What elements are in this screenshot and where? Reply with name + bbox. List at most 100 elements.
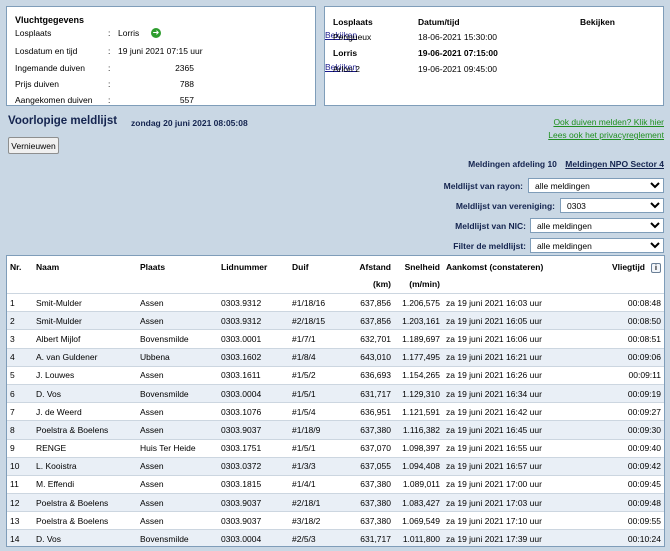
cell-afstand: 631,717 <box>343 529 394 546</box>
cell-duif: #2/18/1 <box>289 493 343 512</box>
table-row: 14 D. Vos Bovensmilde 0303.0004 #2/5/3 631,71… <box>7 529 664 546</box>
flight-info-row: Losdatum en tijd:19 juni 2021 07:15 uur <box>15 46 315 59</box>
table-row: 7 J. de Weerd Assen 0303.1076 #1/5/4 636,951 1… <box>7 402 664 421</box>
report-pigeons-link[interactable]: Ook duiven melden? Klik hier <box>553 117 664 127</box>
flight-info-value: 557 <box>179 95 194 105</box>
cell-nr: 14 <box>7 529 33 546</box>
flight-info-row: Aangekomen duiven: 557 <box>15 95 315 108</box>
cell-aankomst: za 19 juni 2021 16:42 uur <box>443 402 574 421</box>
filter-rayon: Meldlijst van rayon: alle meldingen <box>264 178 664 194</box>
filter-nic-select[interactable]: alle meldingen <box>530 218 664 233</box>
cell-snelheid: 1.011,800 <box>394 529 443 546</box>
cell-afstand: 636,951 <box>343 402 394 421</box>
cell-vliegtijd: 00:09:11 <box>574 365 664 385</box>
flight-info-separator: : <box>108 28 111 38</box>
info-icon[interactable]: i <box>651 263 661 273</box>
cell-naam: D. Vos <box>33 383 137 403</box>
flight-info-row: Prijs duiven: 788 <box>15 79 315 92</box>
cell-lidnummer: 0303.9037 <box>218 511 289 530</box>
table-row: 9 RENGE Huis Ter Heide 0303.1751 #1/5/1 637,0… <box>7 438 664 458</box>
cell-snelheid: 1.089,011 <box>394 474 443 494</box>
filter-nic: Meldlijst van NIC: alle meldingen <box>264 218 664 234</box>
cell-nr: 1 <box>7 292 33 312</box>
cell-aankomst: za 19 juni 2021 16:06 uur <box>443 329 574 349</box>
cell-aankomst: za 19 juni 2021 16:26 uur <box>443 365 574 385</box>
cell-plaats: Huis Ter Heide <box>137 438 218 458</box>
cell-plaats: Assen <box>137 456 218 476</box>
release-row: Lorris 19-06-2021 07:15:00 <box>325 46 663 61</box>
filter-meldlijst-select[interactable]: alle meldingen <box>530 238 664 253</box>
arrow-right-icon[interactable]: ➜ <box>151 28 161 38</box>
cell-plaats: Bovensmilde <box>137 383 218 403</box>
cell-vliegtijd: 00:09:45 <box>574 474 664 494</box>
flight-info-label: Prijs duiven <box>15 79 59 89</box>
col-snelheid: Snelheid (m/min) <box>404 262 440 289</box>
flight-info-separator: : <box>108 95 111 105</box>
cell-duif: #1/5/1 <box>289 383 343 403</box>
filter-meldlijst: Filter de meldlijst: alle meldingen <box>264 238 664 254</box>
filter-rayon-select[interactable]: alle meldingen <box>528 178 664 193</box>
cell-duif: #1/18/9 <box>289 420 343 439</box>
cell-duif: #1/5/4 <box>289 402 343 421</box>
flight-info-label: Losplaats <box>15 28 52 38</box>
cell-afstand: 637,380 <box>343 420 394 439</box>
cell-plaats: Assen <box>137 420 218 439</box>
release-header-view: Bekijken <box>580 17 615 27</box>
filter-vereniging-select[interactable]: 0303 <box>560 198 664 213</box>
flight-info-value: 2365 <box>175 63 194 73</box>
table-row: 6 D. Vos Bovensmilde 0303.0004 #1/5/1 631,717… <box>7 383 664 403</box>
cell-plaats: Assen <box>137 292 218 312</box>
cell-aankomst: za 19 juni 2021 17:39 uur <box>443 529 574 546</box>
col-nr: Nr. <box>10 262 22 272</box>
cell-plaats: Assen <box>137 402 218 421</box>
cell-lidnummer: 0303.0004 <box>218 529 289 546</box>
cell-lidnummer: 0303.1611 <box>218 365 289 385</box>
cell-naam: Smit-Mulder <box>33 292 137 312</box>
cell-vliegtijd: 00:08:51 <box>574 329 664 349</box>
filter-nic-label: Meldlijst van NIC: <box>455 221 526 231</box>
cell-afstand: 636,693 <box>343 365 394 385</box>
cell-aankomst: za 19 juni 2021 17:00 uur <box>443 474 574 494</box>
cell-afstand: 637,055 <box>343 456 394 476</box>
flight-info-title: Vluchtgegevens <box>15 15 85 25</box>
release-header-datetime: Datum/tijd <box>418 17 460 27</box>
cell-nr: 2 <box>7 311 33 330</box>
cell-nr: 9 <box>7 438 33 458</box>
table-row: 11 M. Effendi Assen 0303.1815 #1/4/1 637,380 1… <box>7 474 664 494</box>
cell-nr: 13 <box>7 511 33 530</box>
meldingen-sector-link[interactable]: Meldingen NPO Sector 4 <box>565 159 664 169</box>
col-aankomst: Aankomst (constateren) <box>446 262 544 272</box>
cell-snelheid: 1.121,591 <box>394 402 443 421</box>
cell-aankomst: za 19 juni 2021 16:05 uur <box>443 311 574 330</box>
cell-nr: 11 <box>7 474 33 494</box>
cell-plaats: Bovensmilde <box>137 529 218 546</box>
cell-naam: Albert Mijlof <box>33 329 137 349</box>
cell-snelheid: 1.129,310 <box>394 383 443 403</box>
release-datetime: 18-06-2021 15:30:00 <box>418 32 497 42</box>
cell-afstand: 637,380 <box>343 474 394 494</box>
cell-nr: 12 <box>7 493 33 512</box>
meldingen-afdeling-label: Meldingen afdeling 10 <box>468 159 557 169</box>
cell-snelheid: 1.206,575 <box>394 292 443 312</box>
cell-duif: #1/7/1 <box>289 329 343 349</box>
refresh-button[interactable]: Vernieuwen <box>8 137 59 154</box>
cell-naam: Smit-Mulder <box>33 311 137 330</box>
cell-lidnummer: 0303.9037 <box>218 493 289 512</box>
cell-duif: #1/8/4 <box>289 347 343 367</box>
col-plaats: Plaats <box>140 262 166 272</box>
cell-duif: #1/5/2 <box>289 365 343 385</box>
cell-snelheid: 1.177,495 <box>394 347 443 367</box>
filter-meldlijst-label: Filter de meldlijst: <box>453 241 526 251</box>
cell-vliegtijd: 00:09:42 <box>574 456 664 476</box>
flight-info-separator: : <box>108 63 111 73</box>
table-header-row: Nr. Naam Plaats Lidnummer Duif Afstand (k… <box>7 256 664 294</box>
cell-lidnummer: 0303.9312 <box>218 292 289 312</box>
cell-lidnummer: 0303.9312 <box>218 311 289 330</box>
cell-naam: D. Vos <box>33 529 137 546</box>
cell-nr: 7 <box>7 402 33 421</box>
flight-info-separator: : <box>108 46 111 56</box>
cell-naam: A. van Guldener <box>33 347 137 367</box>
privacy-link[interactable]: Lees ook het privacyreglement <box>548 130 664 140</box>
table-row: 4 A. van Guldener Ubbena 0303.1602 #1/8/4 643… <box>7 347 664 367</box>
cell-aankomst: za 19 juni 2021 17:10 uur <box>443 511 574 530</box>
